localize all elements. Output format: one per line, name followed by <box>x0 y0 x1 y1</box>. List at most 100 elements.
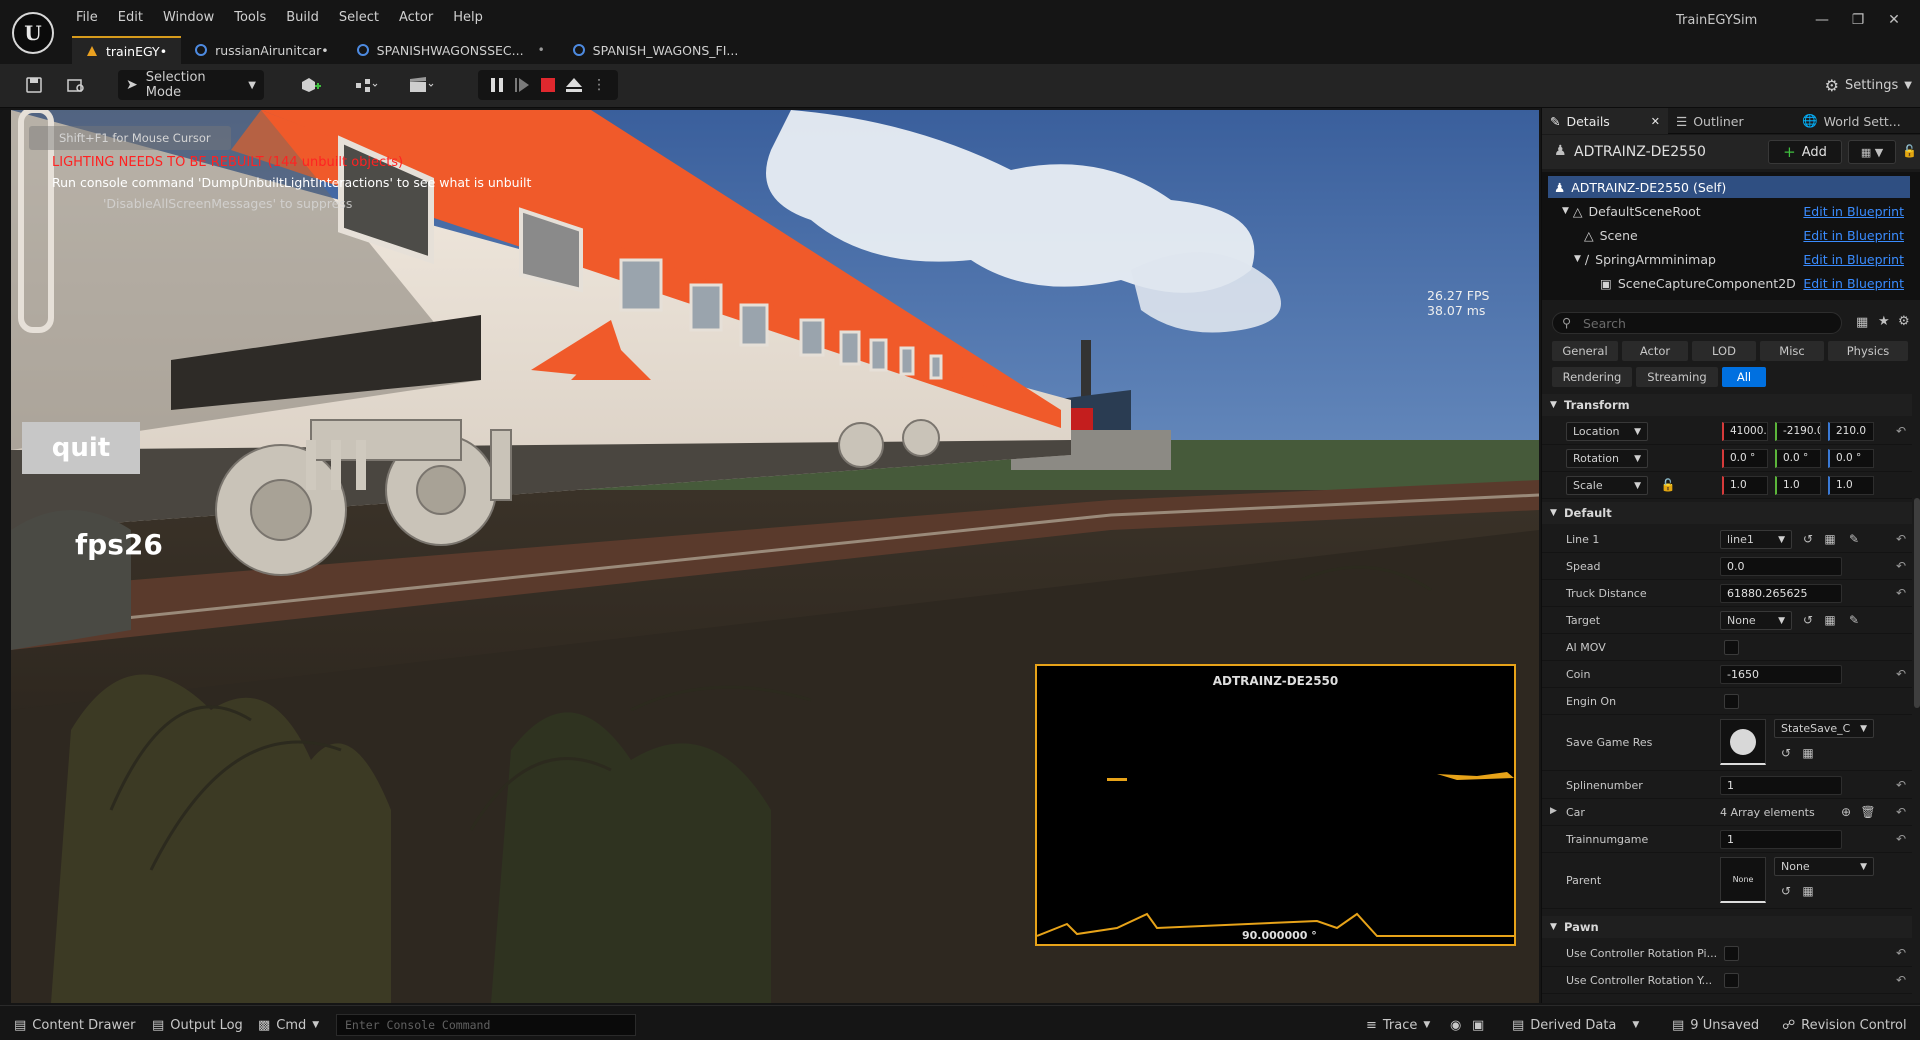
browse-content-icon[interactable] <box>62 70 90 100</box>
use-controller-yaw-checkbox[interactable] <box>1724 973 1739 988</box>
filter-streaming[interactable]: Streaming <box>1636 367 1718 387</box>
reset-arrow-icon[interactable]: ↶ <box>1896 667 1906 681</box>
edit-in-blueprint-link[interactable]: Edit in Blueprint <box>1803 252 1904 267</box>
location-z-field[interactable]: 210.0 <box>1828 422 1874 441</box>
tab-spanishwagonssec[interactable]: SPANISHWAGONSSEC... • <box>343 36 559 64</box>
stop-icon[interactable] <box>535 70 561 100</box>
component-self[interactable]: ♟ ADTRAINZ-DE2550 (Self) <box>1548 176 1910 198</box>
filter-general[interactable]: General <box>1552 341 1618 361</box>
rotation-dropdown[interactable]: Rotation ▼ <box>1566 449 1648 468</box>
browse-icon[interactable]: ▦ <box>1822 531 1838 547</box>
location-y-field[interactable]: -2190.0 <box>1775 422 1821 441</box>
tab-trainegy[interactable]: trainEGY• <box>72 36 182 64</box>
scale-y-field[interactable]: 1.0 <box>1775 476 1821 495</box>
component-scenecapture[interactable]: ▣ SceneCaptureComponent2D Edit in Bluepr… <box>1548 272 1910 294</box>
restore-icon[interactable]: ❐ <box>1840 6 1876 34</box>
menu-edit[interactable]: Edit <box>108 8 153 30</box>
derived-data-button[interactable]: ▤ Derived Data ▼ <box>1512 1016 1639 1034</box>
trace-button[interactable]: ≡ Trace ▼ <box>1366 1016 1430 1034</box>
filter-rendering[interactable]: Rendering <box>1552 367 1632 387</box>
filter-all[interactable]: All <box>1722 367 1766 387</box>
edit-in-blueprint-link[interactable]: Edit in Blueprint <box>1803 276 1904 291</box>
revision-control-button[interactable]: ☍ Revision Control <box>1782 1016 1907 1034</box>
component-defaultsceneroot[interactable]: ▼ △ DefaultSceneRoot Edit in Blueprint <box>1548 200 1910 222</box>
filter-misc[interactable]: Misc <box>1760 341 1824 361</box>
reset-arrow-icon[interactable]: ↶ <box>1896 973 1906 987</box>
menu-select[interactable]: Select <box>329 8 389 30</box>
reset-arrow-icon[interactable]: ↶ <box>1896 832 1906 846</box>
close-tab-icon[interactable]: ✕ <box>1651 115 1660 128</box>
edit-in-blueprint-link[interactable]: Edit in Blueprint <box>1803 204 1904 219</box>
splinenumber-field[interactable]: 1 <box>1720 776 1842 795</box>
line1-dropdown[interactable]: line1 ▼ <box>1720 530 1792 549</box>
details-scrollbar[interactable] <box>1914 498 1920 708</box>
screenshot-icon[interactable]: ▣ <box>1472 1016 1484 1034</box>
menu-build[interactable]: Build <box>276 8 329 30</box>
tab-russianairunitcar[interactable]: russianAirunitcar• <box>181 36 343 64</box>
scale-z-field[interactable]: 1.0 <box>1828 476 1874 495</box>
browse-icon[interactable]: ▦ <box>1800 883 1816 899</box>
menu-window[interactable]: Window <box>153 8 224 30</box>
unsaved-button[interactable]: ▤ 9 Unsaved <box>1672 1016 1759 1034</box>
engin-on-checkbox[interactable] <box>1724 694 1739 709</box>
menu-file[interactable]: File <box>66 8 108 30</box>
scale-dropdown[interactable]: Scale ▼ <box>1566 476 1648 495</box>
reset-arrow-icon[interactable]: ↶ <box>1896 586 1906 600</box>
details-search-input[interactable]: ⚲ Search <box>1552 312 1842 334</box>
use-selected-icon[interactable]: ↺ <box>1778 883 1794 899</box>
coin-field[interactable]: -1650 <box>1720 665 1842 684</box>
edit-in-blueprint-link[interactable]: Edit in Blueprint <box>1803 228 1904 243</box>
parent-dropdown[interactable]: None ▼ <box>1774 857 1874 876</box>
parent-thumbnail[interactable]: None <box>1720 857 1766 903</box>
reset-arrow-icon[interactable]: ↶ <box>1896 559 1906 573</box>
component-springarmminimap[interactable]: ▼ ∕ SpringArmminimap Edit in Blueprint <box>1548 248 1910 270</box>
location-dropdown[interactable]: Location ▼ <box>1566 422 1648 441</box>
target-dropdown[interactable]: None ▼ <box>1720 611 1792 630</box>
asset-thumbnail[interactable] <box>1720 719 1766 765</box>
menu-help[interactable]: Help <box>443 8 493 30</box>
trainnumgame-field[interactable]: 1 <box>1720 830 1842 849</box>
quit-button[interactable]: quit <box>22 422 140 474</box>
unreal-logo-icon[interactable]: U <box>12 12 54 54</box>
menu-tools[interactable]: Tools <box>224 8 276 30</box>
rotation-x-field[interactable]: 0.0 ° <box>1722 449 1768 468</box>
filter-actor[interactable]: Actor <box>1622 341 1688 361</box>
more-options-icon[interactable]: ⋮ <box>586 70 612 100</box>
filter-physics[interactable]: Physics <box>1828 341 1908 361</box>
eject-icon[interactable] <box>561 70 587 100</box>
record-icon[interactable]: ◉ <box>1450 1016 1461 1034</box>
ai-mov-checkbox[interactable] <box>1724 640 1739 655</box>
use-selected-icon[interactable]: ↺ <box>1800 531 1816 547</box>
component-scene[interactable]: △ Scene Edit in Blueprint <box>1548 224 1910 246</box>
table-view-icon[interactable]: ▦ <box>1856 315 1868 330</box>
pause-icon[interactable] <box>484 70 510 100</box>
tab-outliner[interactable]: ☰ Outliner <box>1668 108 1794 134</box>
scale-x-field[interactable]: 1.0 <box>1722 476 1768 495</box>
add-element-icon[interactable]: ⊕ <box>1838 804 1854 820</box>
details-settings-gear-icon[interactable]: ⚙ <box>1898 314 1910 329</box>
reset-arrow-icon[interactable]: ↶ <box>1896 532 1906 546</box>
tab-close-icon[interactable]: • <box>538 43 545 57</box>
step-frame-icon[interactable] <box>510 70 536 100</box>
save-icon[interactable] <box>20 70 48 100</box>
reset-arrow-icon[interactable]: ↶ <box>1896 946 1906 960</box>
use-selected-icon[interactable]: ↺ <box>1800 612 1816 628</box>
rotation-z-field[interactable]: 0.0 ° <box>1828 449 1874 468</box>
section-default[interactable]: ▼ Default <box>1542 502 1912 524</box>
tab-details[interactable]: ✎ Details ✕ <box>1542 108 1668 134</box>
use-controller-pitch-checkbox[interactable] <box>1724 946 1739 961</box>
level-viewport[interactable]: Shift+F1 for Mouse Cursor LIGHTING NEEDS… <box>11 110 1539 1003</box>
cmd-dropdown[interactable]: ▩ Cmd ▼ <box>258 1016 319 1034</box>
tab-spanish-wagons-fi[interactable]: SPANISH_WAGONS_FI... <box>559 36 753 64</box>
settings-button[interactable]: ⚙ Settings ▼ <box>1825 70 1912 100</box>
lock-icon[interactable]: 🔓 <box>1902 144 1917 158</box>
rotation-y-field[interactable]: 0.0 ° <box>1775 449 1821 468</box>
content-drawer-button[interactable]: ▤ Content Drawer <box>14 1016 135 1034</box>
selection-mode-dropdown[interactable]: ➤ Selection Mode ▼ <box>118 70 264 100</box>
menu-actor[interactable]: Actor <box>389 8 443 30</box>
use-selected-icon[interactable]: ↺ <box>1778 745 1794 761</box>
unlock-icon[interactable]: 🔓 <box>1660 477 1676 493</box>
expand-arrow-icon[interactable]: ▶ <box>1550 806 1557 816</box>
favorites-star-icon[interactable]: ★ <box>1878 314 1890 329</box>
section-transform[interactable]: ▼ Transform <box>1542 394 1912 416</box>
